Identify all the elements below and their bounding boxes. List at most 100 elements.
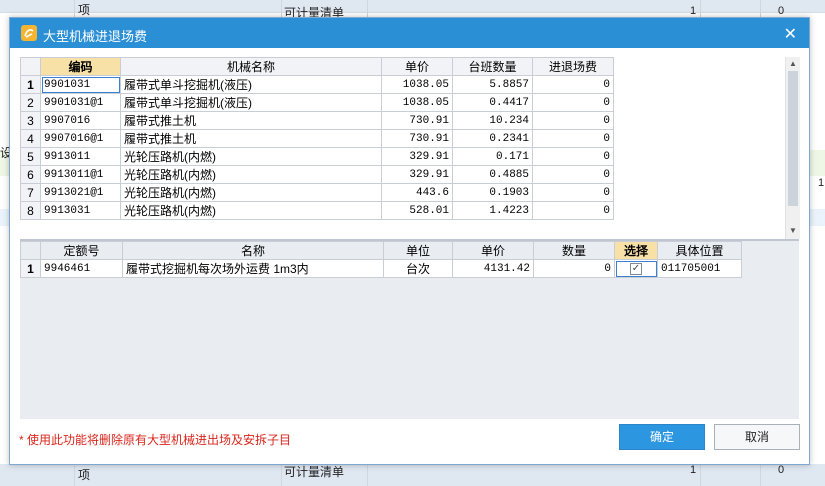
fee-cell[interactable]: 0 xyxy=(532,183,614,202)
unit-price-cell[interactable]: 1038.05 xyxy=(381,93,453,112)
col-header-quantity[interactable]: 数量 xyxy=(533,241,615,260)
machine-name-cell[interactable]: 履带式单斗挖掘机(液压) xyxy=(120,93,382,112)
row-number: 1 xyxy=(20,75,41,94)
shift-qty-cell[interactable]: 0.4417 xyxy=(452,93,533,112)
quota-no-cell[interactable]: 9946461 xyxy=(40,259,123,278)
bg-cell: 项 xyxy=(78,3,91,17)
close-icon[interactable]: ✕ xyxy=(784,24,797,44)
row-number: 6 xyxy=(20,165,41,184)
bg-cell: 1 xyxy=(690,5,697,17)
machine-name-cell[interactable]: 履带式推土机 xyxy=(120,129,382,148)
bg-cell: 可计量清单 xyxy=(284,465,345,479)
scroll-up-arrow-icon[interactable]: ▲ xyxy=(786,58,800,70)
machine-name-cell[interactable]: 光轮压路机(内燃) xyxy=(120,147,382,166)
dialog-titlebar[interactable]: 大型机械进退场费 ✕ xyxy=(10,18,809,48)
shift-qty-cell[interactable]: 0.2341 xyxy=(452,129,533,148)
code-cell[interactable]: 9907016@1 xyxy=(40,129,121,148)
fee-cell[interactable]: 0 xyxy=(532,75,614,94)
bg-cell: 0 xyxy=(778,5,785,17)
code-cell[interactable]: 9907016 xyxy=(40,111,121,130)
row-number: 3 xyxy=(20,111,41,130)
row-number-header xyxy=(20,241,41,260)
quota-table-area: 定额号 名称 单位 单价 数量 选择 具体位置 1 9946461 履带式挖掘机… xyxy=(20,241,799,419)
shift-qty-cell[interactable]: 0.4885 xyxy=(452,165,533,184)
cancel-button[interactable]: 取消 xyxy=(714,424,800,450)
machine-table-area: 编码 机械名称 单价 台班数量 进退场费 1 9901031 履带式单斗挖掘机(… xyxy=(20,57,785,239)
fee-cell[interactable]: 0 xyxy=(532,147,614,166)
bg-cell: 项 xyxy=(78,468,91,482)
unit-price-cell[interactable]: 329.91 xyxy=(381,165,453,184)
fee-cell[interactable]: 0 xyxy=(532,111,614,130)
vertical-scrollbar[interactable]: ▲ ▼ xyxy=(785,57,800,239)
col-header-select[interactable]: 选择 xyxy=(614,241,658,260)
machine-name-cell[interactable]: 履带式推土机 xyxy=(120,111,382,130)
fee-cell[interactable]: 0 xyxy=(532,201,614,220)
col-header-code[interactable]: 编码 xyxy=(40,57,121,76)
col-header-machine-name[interactable]: 机械名称 xyxy=(120,57,382,76)
table-row[interactable]: 3 9907016 履带式推土机 730.91 10.234 0 xyxy=(20,111,614,130)
warning-note: * 使用此功能将删除原有大型机械进出场及安拆子目 xyxy=(19,433,292,447)
row-number: 7 xyxy=(20,183,41,202)
shift-qty-cell[interactable]: 1.4223 xyxy=(452,201,533,220)
row-number: 5 xyxy=(20,147,41,166)
fee-cell[interactable]: 0 xyxy=(532,165,614,184)
code-cell[interactable]: 9901031@1 xyxy=(40,93,121,112)
machine-name-cell[interactable]: 光轮压路机(内燃) xyxy=(120,183,382,202)
table-row[interactable]: 2 9901031@1 履带式单斗挖掘机(液压) 1038.05 0.4417 … xyxy=(20,93,614,112)
machine-table: 编码 机械名称 单价 台班数量 进退场费 1 9901031 履带式单斗挖掘机(… xyxy=(20,57,614,220)
row-number: 2 xyxy=(20,93,41,112)
code-cell[interactable]: 9913021@1 xyxy=(40,183,121,202)
select-checkbox[interactable]: ✓ xyxy=(630,263,642,276)
scroll-down-arrow-icon[interactable]: ▼ xyxy=(786,225,800,237)
table-row[interactable]: 5 9913011 光轮压路机(内燃) 329.91 0.171 0 xyxy=(20,147,614,166)
table-row[interactable]: 7 9913021@1 光轮压路机(内燃) 443.6 0.1903 0 xyxy=(20,183,614,202)
machine-name-cell[interactable]: 光轮压路机(内燃) xyxy=(120,201,382,220)
code-cell[interactable]: 9913031 xyxy=(40,201,121,220)
shift-qty-cell[interactable]: 0.1903 xyxy=(452,183,533,202)
shift-qty-cell[interactable]: 10.234 xyxy=(452,111,533,130)
row-number-header xyxy=(20,57,41,76)
machine-fee-dialog: 大型机械进退场费 ✕ 编码 机械名称 单价 台班数量 进退场费 1 990103… xyxy=(9,17,810,465)
scrollbar-thumb[interactable] xyxy=(788,71,798,206)
fee-cell[interactable]: 0 xyxy=(532,129,614,148)
quantity-cell[interactable]: 0 xyxy=(533,259,615,278)
table-row[interactable]: 1 9901031 履带式单斗挖掘机(液压) 1038.05 5.8857 0 xyxy=(20,75,614,94)
unit-price-cell[interactable]: 730.91 xyxy=(381,129,453,148)
unit-price-cell[interactable]: 528.01 xyxy=(381,201,453,220)
table-row[interactable]: 6 9913011@1 光轮压路机(内燃) 329.91 0.4885 0 xyxy=(20,165,614,184)
bg-row xyxy=(0,0,825,13)
bg-cell: 1 xyxy=(818,177,825,189)
col-header-name[interactable]: 名称 xyxy=(122,241,384,260)
unit-price-cell[interactable]: 1038.05 xyxy=(381,75,453,94)
location-cell[interactable]: 011705001 xyxy=(657,259,742,278)
col-header-quota-no[interactable]: 定额号 xyxy=(40,241,123,260)
bg-cell: 1 xyxy=(690,464,697,476)
select-cell[interactable]: ✓ xyxy=(614,259,658,278)
fee-cell[interactable]: 0 xyxy=(532,93,614,112)
col-header-unit-price[interactable]: 单价 xyxy=(381,57,453,76)
shift-qty-cell[interactable]: 5.8857 xyxy=(452,75,533,94)
col-header-unit[interactable]: 单位 xyxy=(383,241,453,260)
unit-cell[interactable]: 台次 xyxy=(383,259,453,278)
dialog-title: 大型机械进退场费 xyxy=(43,29,148,44)
col-header-entry-exit-fee[interactable]: 进退场费 xyxy=(532,57,614,76)
table-row[interactable]: 8 9913031 光轮压路机(内燃) 528.01 1.4223 0 xyxy=(20,201,614,220)
unit-price-cell[interactable]: 329.91 xyxy=(381,147,453,166)
table-row[interactable]: 1 9946461 履带式挖掘机每次场外运费 1m3内 台次 4131.42 0… xyxy=(20,259,742,278)
col-header-shift-qty[interactable]: 台班数量 xyxy=(452,57,533,76)
table-row[interactable]: 4 9907016@1 履带式推土机 730.91 0.2341 0 xyxy=(20,129,614,148)
unit-price-cell[interactable]: 730.91 xyxy=(381,111,453,130)
name-cell[interactable]: 履带式挖掘机每次场外运费 1m3内 xyxy=(122,259,384,278)
col-header-unit-price[interactable]: 单价 xyxy=(452,241,534,260)
app-logo-icon xyxy=(21,25,37,41)
machine-name-cell[interactable]: 履带式单斗挖掘机(液压) xyxy=(120,75,382,94)
code-cell[interactable]: 9913011@1 xyxy=(40,165,121,184)
confirm-button[interactable]: 确定 xyxy=(619,424,705,450)
unit-price-cell[interactable]: 443.6 xyxy=(381,183,453,202)
code-cell[interactable]: 9901031 xyxy=(40,75,121,94)
code-cell[interactable]: 9913011 xyxy=(40,147,121,166)
machine-name-cell[interactable]: 光轮压路机(内燃) xyxy=(120,165,382,184)
col-header-location[interactable]: 具体位置 xyxy=(657,241,742,260)
shift-qty-cell[interactable]: 0.171 xyxy=(452,147,533,166)
unit-price-cell[interactable]: 4131.42 xyxy=(452,259,534,278)
